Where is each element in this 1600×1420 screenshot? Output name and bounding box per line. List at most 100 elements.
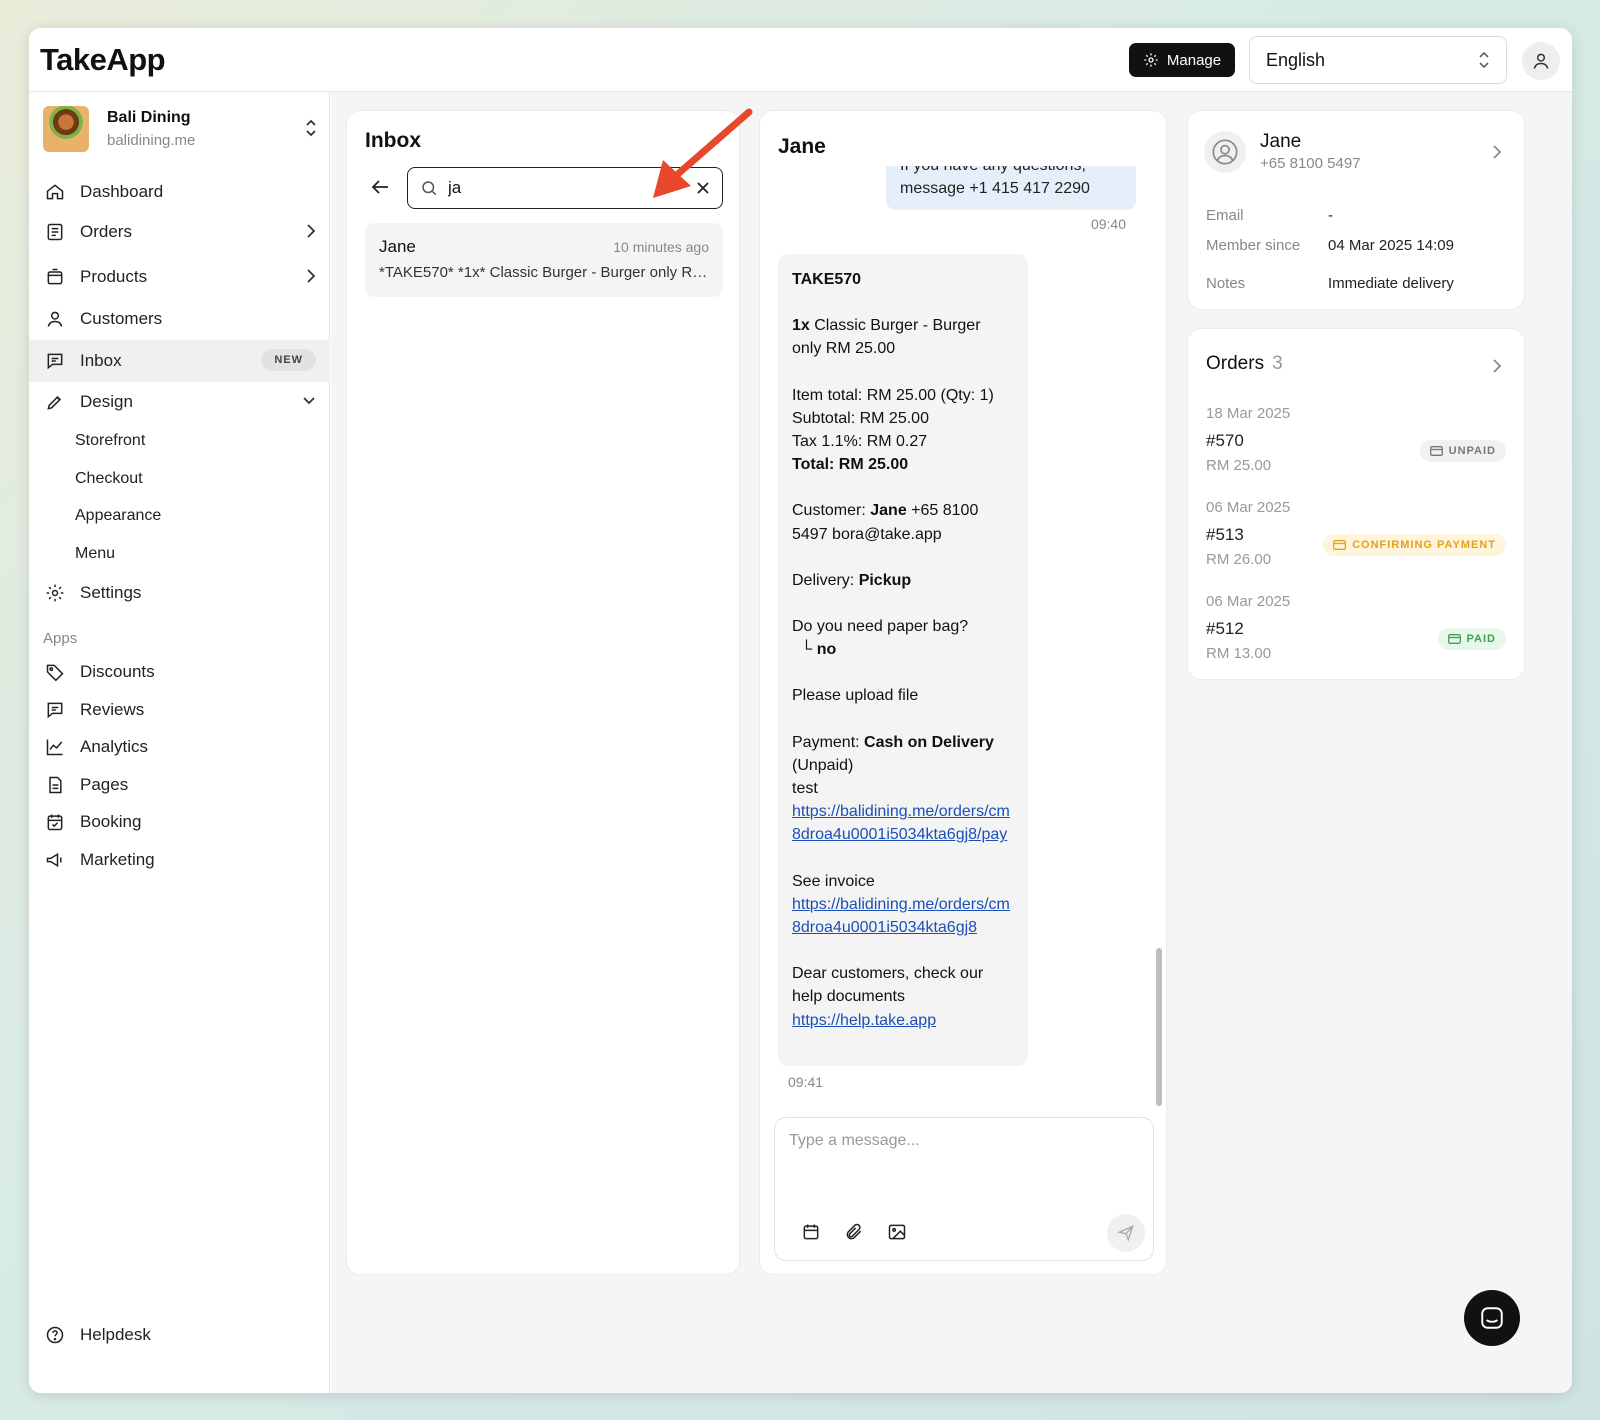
design-storefront[interactable]: Storefront: [75, 432, 145, 450]
order-code: TAKE570: [792, 271, 862, 288]
nav-booking[interactable]: Booking: [29, 802, 330, 842]
nav-inbox[interactable]: Inbox NEW: [29, 340, 330, 382]
order-amount: RM 13.00: [1206, 645, 1272, 662]
nav-customers[interactable]: Customers: [29, 299, 330, 339]
store-switcher[interactable]: Bali Dining balidining.me: [43, 106, 318, 156]
nav-marketing[interactable]: Marketing: [29, 840, 330, 880]
user-account-button[interactable]: [1522, 42, 1560, 80]
calendar-check-icon: [47, 814, 63, 831]
orders-card: Orders 3 18 Mar 2025 #570 RM 25.00 UNPAID…: [1187, 328, 1525, 680]
help-text: Dear customers, check our help documents: [792, 965, 984, 1006]
back-arrow-icon[interactable]: [371, 179, 389, 195]
invoice-link[interactable]: https://balidining.me/orders/cm8droa4u00…: [792, 896, 1010, 936]
manage-button[interactable]: Manage: [1129, 43, 1235, 77]
nav-discounts-label: Discounts: [80, 662, 155, 681]
order-number: #570: [1206, 431, 1244, 450]
nav-reviews-label: Reviews: [80, 700, 145, 719]
message-input[interactable]: [789, 1132, 1139, 1192]
manage-label: Manage: [1166, 51, 1222, 69]
status-badge: CONFIRMING PAYMENT: [1323, 534, 1506, 556]
nav-customers-label: Customers: [80, 309, 163, 328]
app-window: TakeApp Manage English Bali Dining balid…: [29, 28, 1572, 1393]
status-badge: UNPAID: [1419, 440, 1506, 462]
nav-helpdesk[interactable]: Helpdesk: [29, 1315, 330, 1355]
status-text: UNPAID: [1448, 445, 1496, 457]
pay-link[interactable]: https://balidining.me/orders/cm8droa4u00…: [792, 803, 1010, 843]
calendar-icon[interactable]: [801, 1222, 821, 1242]
status-text: CONFIRMING PAYMENT: [1352, 539, 1496, 551]
help-link[interactable]: https://help.take.app: [792, 1012, 936, 1029]
delivery-value: Pickup: [858, 571, 912, 589]
tag-icon: [46, 664, 64, 682]
order-amount: RM 26.00: [1206, 551, 1272, 568]
payment-status: (Unpaid): [792, 756, 854, 774]
subtotal: Subtotal: RM 25.00: [792, 409, 929, 427]
status-text: PAID: [1466, 633, 1496, 645]
incoming-message: TAKE570 1x Classic Burger - Burger only …: [778, 254, 1028, 1066]
updown-chevron-icon: [1479, 51, 1489, 69]
search-icon: [422, 181, 437, 196]
store-url: balidining.me: [107, 132, 196, 149]
nav-design[interactable]: Design: [29, 382, 330, 422]
nav-products-label: Products: [80, 267, 148, 286]
send-button[interactable]: [1107, 1214, 1145, 1252]
store-thumbnail: [43, 106, 89, 152]
pen-icon: [47, 395, 62, 410]
nav-analytics-label: Analytics: [80, 737, 149, 756]
conversation-item[interactable]: Jane 10 minutes ago *TAKE570* *1x* Class…: [365, 223, 723, 297]
nav-discounts[interactable]: Discounts: [29, 652, 330, 692]
store-name: Bali Dining: [107, 109, 191, 126]
outgoing-message: If you have any questions, message +1 41…: [886, 166, 1136, 210]
design-menu[interactable]: Menu: [75, 545, 115, 563]
gear-icon: [46, 584, 64, 602]
image-icon[interactable]: [887, 1222, 907, 1242]
support-chat-button[interactable]: [1464, 1290, 1520, 1346]
orders-title[interactable]: Orders 3: [1206, 353, 1283, 375]
review-icon: [47, 702, 63, 719]
nav-analytics[interactable]: Analytics: [29, 727, 330, 767]
gear-icon: [1144, 53, 1158, 67]
email-value: -: [1328, 207, 1333, 224]
answer-prefix: └: [800, 641, 813, 659]
order-date: 18 Mar 2025: [1206, 405, 1291, 422]
message-composer: [774, 1117, 1154, 1261]
design-appearance[interactable]: Appearance: [75, 507, 161, 525]
chevron-right-icon[interactable]: [1492, 143, 1502, 161]
message-icon: [47, 353, 63, 370]
nav-products[interactable]: Products: [29, 257, 330, 297]
new-badge: NEW: [261, 349, 316, 371]
inbox-panel: Inbox Jane 10 minutes ago *TAKE570* *1x*…: [346, 110, 740, 1275]
nav-reviews[interactable]: Reviews: [29, 690, 330, 730]
chevron-down-icon: [303, 397, 315, 405]
chat-scrollbar[interactable]: [1156, 948, 1162, 1106]
nav-design-label: Design: [80, 392, 133, 411]
takeapp-logo[interactable]: TakeApp: [40, 42, 166, 78]
nav-pages[interactable]: Pages: [29, 765, 330, 805]
megaphone-icon: [46, 852, 62, 868]
member-since-value: 04 Mar 2025 14:09: [1328, 237, 1454, 254]
paper-bag-question: Do you need paper bag?: [792, 618, 969, 636]
payment-method: Cash on Delivery: [864, 733, 994, 751]
card-icon: [1333, 540, 1347, 550]
design-checkout[interactable]: Checkout: [75, 470, 143, 488]
notes-value: Immediate delivery: [1328, 275, 1454, 292]
nav-dashboard[interactable]: Dashboard: [29, 172, 330, 212]
user-circle-icon: [1212, 139, 1238, 165]
message-list[interactable]: If you have any questions, message +1 41…: [760, 166, 1152, 1114]
outgoing-time: 09:40: [1090, 216, 1126, 232]
apps-section-label: Apps: [43, 630, 78, 647]
payment-label: Payment:: [792, 733, 860, 751]
box-icon: [47, 268, 63, 285]
conversation-preview: *TAKE570* *1x* Classic Burger - Burger o…: [379, 264, 709, 281]
nav-settings[interactable]: Settings: [29, 573, 330, 613]
language-select[interactable]: English: [1249, 36, 1507, 84]
nav-orders[interactable]: Orders: [29, 212, 330, 252]
annotation-arrow-icon: [653, 108, 753, 198]
orders-count: 3: [1272, 353, 1283, 374]
customer-name[interactable]: Jane: [1260, 131, 1301, 153]
order-date: 06 Mar 2025: [1206, 593, 1291, 610]
inbox-title: Inbox: [365, 129, 421, 152]
chevron-right-icon[interactable]: [1492, 357, 1502, 375]
send-icon: [1117, 1225, 1134, 1242]
paperclip-icon[interactable]: [844, 1222, 864, 1242]
